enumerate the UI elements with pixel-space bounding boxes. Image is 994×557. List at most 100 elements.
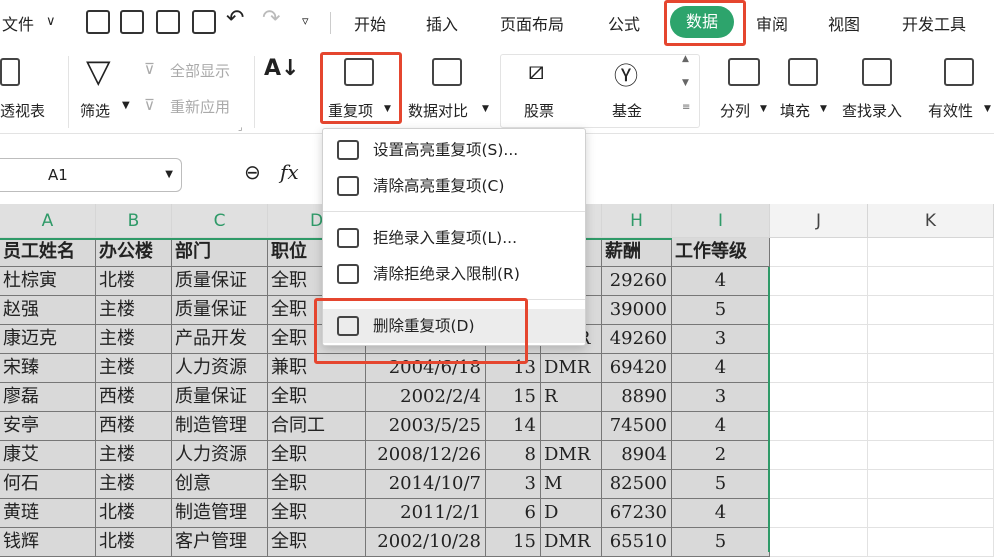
table-cell[interactable]: 质量保证 xyxy=(172,296,268,325)
expand-icon[interactable]: ⌟ xyxy=(238,122,243,133)
menu-item-clear-restriction[interactable]: 清除拒绝录入限制(R) xyxy=(323,257,585,291)
print-icon[interactable] xyxy=(156,10,180,34)
redo-icon[interactable]: ↷ xyxy=(262,6,280,31)
chevron-down-icon[interactable]: ▼ xyxy=(760,104,767,114)
table-cell[interactable]: 制造管理 xyxy=(172,499,268,528)
empty-cell[interactable] xyxy=(770,267,868,296)
undo-icon[interactable]: ↶ xyxy=(226,6,244,31)
table-cell[interactable]: 合同工 xyxy=(268,412,366,441)
stock-button[interactable]: 股票 xyxy=(524,100,554,121)
empty-cell[interactable] xyxy=(770,354,868,383)
table-cell[interactable]: 29260 xyxy=(602,267,672,296)
table-cell[interactable]: 宋臻 xyxy=(0,354,96,383)
fund-button[interactable]: 基金 xyxy=(612,100,642,121)
menu-item-clear-highlight[interactable]: 清除高亮重复项(C) xyxy=(323,169,585,203)
column-header-col-h[interactable]: H xyxy=(602,204,672,238)
empty-cell[interactable] xyxy=(770,238,868,267)
table-cell[interactable]: M xyxy=(541,470,602,499)
tab-insert[interactable]: 插入 xyxy=(426,11,458,35)
table-cell[interactable]: R xyxy=(541,383,602,412)
table-cell[interactable]: 82500 xyxy=(602,470,672,499)
table-cell[interactable]: 钱辉 xyxy=(0,528,96,557)
table-cell[interactable]: 69420 xyxy=(602,354,672,383)
scroll-down-icon[interactable]: ▼ xyxy=(682,78,689,88)
fill-button[interactable]: 填充 xyxy=(780,100,810,121)
table-cell[interactable]: 康艾 xyxy=(0,441,96,470)
table-cell[interactable]: 15 xyxy=(486,383,541,412)
fund-icon[interactable]: Ⓨ xyxy=(614,56,638,91)
table-cell[interactable]: 2003/5/25 xyxy=(366,412,486,441)
function-icon[interactable]: fx xyxy=(280,160,299,184)
table-cell[interactable]: 5 xyxy=(672,296,770,325)
table-cell[interactable]: 黄琏 xyxy=(0,499,96,528)
split-column-button[interactable]: 分列 xyxy=(720,100,750,121)
table-cell[interactable]: 3 xyxy=(672,383,770,412)
table-cell[interactable]: 49260 xyxy=(602,325,672,354)
table-cell[interactable]: 8890 xyxy=(602,383,672,412)
table-cell[interactable]: 客户管理 xyxy=(172,528,268,557)
column-header-col-j[interactable]: J xyxy=(770,204,868,238)
tab-formula[interactable]: 公式 xyxy=(608,11,640,35)
data-compare-button[interactable]: 数据对比 xyxy=(408,100,468,121)
table-cell[interactable]: 主楼 xyxy=(96,441,172,470)
table-cell[interactable]: 全职 xyxy=(268,441,366,470)
table-cell[interactable]: 制造管理 xyxy=(172,412,268,441)
validity-button[interactable]: 有效性 xyxy=(928,100,973,121)
sort-icon[interactable]: A↓ xyxy=(264,56,299,81)
table-cell[interactable]: 全职 xyxy=(268,499,366,528)
menu-item-set-highlight[interactable]: 设置高亮重复项(S)... xyxy=(323,133,585,167)
table-cell[interactable]: 8 xyxy=(486,441,541,470)
column-header-col-a[interactable]: A xyxy=(0,204,96,238)
table-cell[interactable]: 14 xyxy=(486,412,541,441)
tab-review[interactable]: 审阅 xyxy=(756,11,788,35)
chevron-down-icon[interactable]: ▼ xyxy=(122,100,130,111)
table-cell[interactable]: 2002/2/4 xyxy=(366,383,486,412)
table-cell[interactable]: 6 xyxy=(486,499,541,528)
chevron-down-icon[interactable]: ∨ xyxy=(46,14,56,29)
empty-cell[interactable] xyxy=(770,412,868,441)
table-cell[interactable]: DMR xyxy=(541,354,602,383)
empty-cell[interactable] xyxy=(770,296,868,325)
column-header-col-b[interactable]: B xyxy=(96,204,172,238)
header-cell[interactable]: 员工姓名 xyxy=(0,238,96,267)
table-cell[interactable]: 全职 xyxy=(268,470,366,499)
empty-cell[interactable] xyxy=(868,412,994,441)
table-cell[interactable]: 人力资源 xyxy=(172,441,268,470)
table-cell[interactable]: 39000 xyxy=(602,296,672,325)
tab-view[interactable]: 视图 xyxy=(828,11,860,35)
table-cell[interactable] xyxy=(541,412,602,441)
tab-home[interactable]: 开始 xyxy=(354,11,386,35)
data-compare-icon[interactable] xyxy=(432,58,462,86)
header-cell[interactable]: 工作等级 xyxy=(672,238,770,267)
empty-cell[interactable] xyxy=(770,325,868,354)
export-icon[interactable] xyxy=(120,10,144,34)
chevron-down-icon[interactable]: ▼ xyxy=(984,104,991,114)
table-cell[interactable]: 主楼 xyxy=(96,296,172,325)
table-cell[interactable]: 2002/10/28 xyxy=(366,528,486,557)
file-menu[interactable]: 文件 xyxy=(2,11,34,35)
filter-icon[interactable]: ▽ xyxy=(86,52,111,90)
table-cell[interactable]: 康迈克 xyxy=(0,325,96,354)
table-cell[interactable]: 4 xyxy=(672,412,770,441)
empty-cell[interactable] xyxy=(868,296,994,325)
chevron-down-icon[interactable]: ▼ xyxy=(165,159,173,191)
table-cell[interactable]: 3 xyxy=(672,325,770,354)
table-cell[interactable]: 4 xyxy=(672,499,770,528)
empty-cell[interactable] xyxy=(770,499,868,528)
table-cell[interactable]: 主楼 xyxy=(96,354,172,383)
table-cell[interactable]: 2011/2/1 xyxy=(366,499,486,528)
table-cell[interactable]: 产品开发 xyxy=(172,325,268,354)
table-cell[interactable]: 安亭 xyxy=(0,412,96,441)
empty-cell[interactable] xyxy=(770,441,868,470)
empty-cell[interactable] xyxy=(868,238,994,267)
split-column-icon[interactable] xyxy=(728,58,760,86)
table-cell[interactable]: 5 xyxy=(672,528,770,557)
empty-cell[interactable] xyxy=(868,499,994,528)
column-header-col-i[interactable]: I xyxy=(672,204,770,238)
table-cell[interactable]: DMR xyxy=(541,441,602,470)
table-cell[interactable]: 杜棕寅 xyxy=(0,267,96,296)
table-cell[interactable]: 质量保证 xyxy=(172,267,268,296)
empty-cell[interactable] xyxy=(868,354,994,383)
table-cell[interactable]: 西楼 xyxy=(96,412,172,441)
lookup-entry-button[interactable]: 查找录入 xyxy=(842,100,902,121)
